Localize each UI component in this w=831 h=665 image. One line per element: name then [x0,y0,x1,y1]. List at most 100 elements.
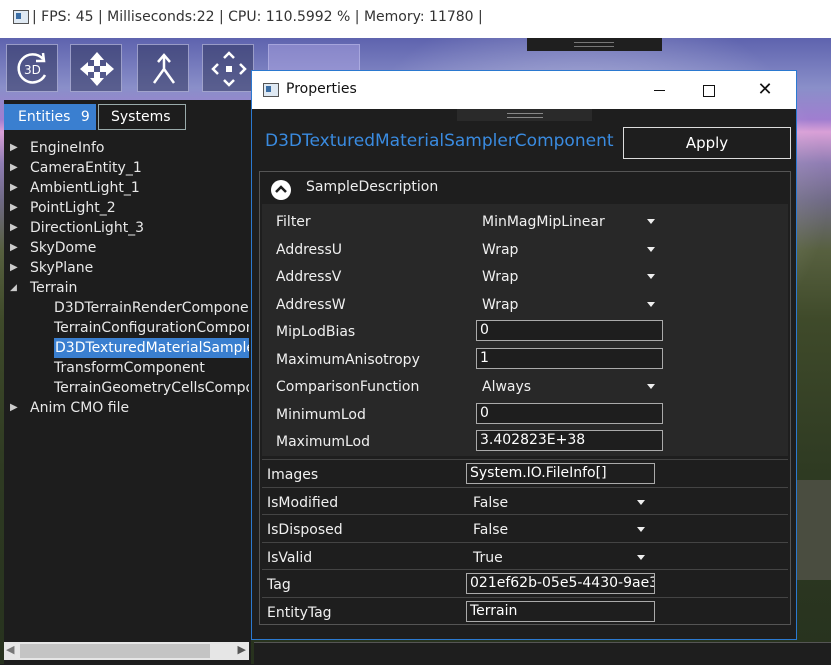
property-value-dropdown[interactable]: Wrap [482,242,518,258]
3d-rotate-icon: 3D [17,52,47,84]
tree-item-label: D3DTexturedMaterialSamplerComponent [54,338,249,358]
chevron-down-icon[interactable] [637,499,645,505]
property-value-input[interactable]: System.IO.FileInfo[] [466,463,655,484]
apply-button[interactable]: Apply [623,127,791,159]
property-value-dropdown[interactable]: Wrap [482,269,518,285]
property-value-dropdown[interactable]: False [473,522,508,538]
tab-systems[interactable]: Systems [98,104,186,130]
close-button[interactable]: ✕ [742,71,788,109]
minimize-icon [653,90,665,91]
property-name: MinimumLod [276,406,366,423]
merge-button[interactable] [137,44,189,92]
property-name: Tag [267,577,291,593]
rotate-3d-button[interactable]: 3D [6,44,58,92]
close-icon: ✕ [757,79,773,100]
scroll-right-icon[interactable]: ▶ [238,643,246,656]
tree-item-label: AmbientLight_1 [30,180,140,196]
property-grid: SampleDescription Filter MinMagMipLinear A… [259,171,791,625]
minimize-button[interactable] [636,71,682,109]
property-value-input[interactable]: 3.402823E+38 [476,430,663,451]
expand-right-icon[interactable]: ▶ [10,398,18,418]
section-label: SampleDescription [306,179,439,195]
property-row: Filter MinMagMipLinear [262,209,790,236]
scatter-arrows-icon [211,51,247,87]
dialog-drag-handle[interactable] [457,109,592,121]
tree-item-label: EngineInfo [30,140,105,156]
row-divider [262,569,788,570]
property-name: MaximumLod [276,434,370,450]
property-name: Images [267,467,319,483]
expand-right-icon[interactable]: ▶ [10,258,18,278]
property-value-dropdown[interactable]: Wrap [482,297,518,313]
status-readout: | FPS: 45 | Milliseconds:22 | CPU: 110.5… [32,9,483,25]
tab-entities[interactable]: Entities 9 [4,104,96,130]
section-header-sample-description[interactable]: SampleDescription [262,174,788,202]
property-value-dropdown[interactable]: MinMagMipLinear [482,214,605,230]
main-title-bar: | FPS: 45 | Milliseconds:22 | CPU: 110.5… [0,0,831,39]
properties-dialog: Properties ✕ D3DTexturedMaterialSamplerC… [251,70,797,640]
expand-right-icon[interactable]: ▶ [10,138,18,158]
tree-horizontal-scrollbar[interactable]: ◀ ▶ [4,642,249,660]
tree-item-label: PointLight_2 [30,200,116,216]
tree-item-label: DirectionLight_3 [30,220,145,236]
chevron-down-icon[interactable] [647,301,655,307]
maximize-button[interactable] [686,71,732,109]
maximize-icon [703,84,715,97]
property-name: EntityTag [267,604,332,621]
property-value-dropdown[interactable]: True [473,550,503,566]
chevron-down-icon[interactable] [637,527,645,532]
scroll-left-icon[interactable]: ◀ [6,643,14,656]
expand-right-icon[interactable]: ▶ [10,218,18,238]
viewport-drag-handle[interactable] [527,38,662,51]
property-row: ComparisonFunction Always [262,374,790,401]
tab-systems-label: Systems [111,109,171,125]
property-value-input[interactable]: 1 [476,347,663,369]
property-value-input[interactable]: 021ef62b-05e5-4430-9ae3- [466,573,655,594]
property-value-dropdown[interactable]: False [473,495,508,511]
property-value-input[interactable]: Terrain [466,600,655,622]
expand-right-icon[interactable]: ▶ [10,238,18,258]
property-row: MipLodBias 0 [262,319,790,346]
expand-down-icon[interactable]: ◢ [10,278,17,298]
entity-tree: ▶ EngineInfo ▶ CameraEntity_1 ▶ AmbientLight_… [4,138,249,638]
dialog-window-icon [263,83,279,97]
property-value-input[interactable]: 0 [476,320,663,341]
tree-item-label: SkyDome [30,240,97,256]
chevron-down-icon[interactable] [647,246,655,252]
collapse-icon[interactable] [271,180,291,200]
property-value-input[interactable]: 0 [476,402,663,424]
dialog-title: Properties [286,81,357,97]
property-row: IsValid True [260,545,788,572]
tree-item-label: SkyPlane [30,260,94,276]
tree-item-label: D3DTerrainRenderComponent [54,300,249,316]
tree-item-label: CameraEntity_1 [30,160,142,176]
property-row: MinimumLod 0 [262,402,790,429]
expand-right-icon[interactable]: ▶ [10,178,18,198]
property-row: AddressW Wrap [262,292,790,319]
property-name: MipLodBias [276,324,356,340]
tree-item-label: TerrainConfigurationComponent [54,320,249,336]
chevron-down-icon[interactable] [637,554,645,560]
scrollbar-thumb[interactable] [20,644,210,658]
move-button[interactable] [70,44,122,92]
chevron-down-icon[interactable] [647,384,655,389]
expand-right-icon[interactable]: ▶ [10,198,18,218]
property-name: ComparisonFunction [276,379,420,395]
row-divider [262,486,788,488]
move-arrows-icon [80,52,114,86]
svg-text:3D: 3D [24,63,41,77]
dialog-title-bar[interactable]: Properties ✕ [252,71,796,109]
property-row: IsModified False [260,490,788,517]
property-name: IsValid [267,549,313,566]
scatter-button[interactable] [202,44,254,92]
property-value-dropdown[interactable]: Always [482,379,531,395]
expand-right-icon[interactable]: ▶ [10,158,18,178]
property-name: IsModified [267,494,339,511]
component-name: D3DTexturedMaterialSamplerComponent [265,131,614,151]
chevron-down-icon[interactable] [647,219,655,224]
scene-terrain-edge [797,480,831,580]
merge-arrow-icon [152,53,176,84]
chevron-down-icon[interactable] [647,274,655,279]
row-divider [262,541,788,543]
property-row: Tag 021ef62b-05e5-4430-9ae3- [260,572,788,599]
